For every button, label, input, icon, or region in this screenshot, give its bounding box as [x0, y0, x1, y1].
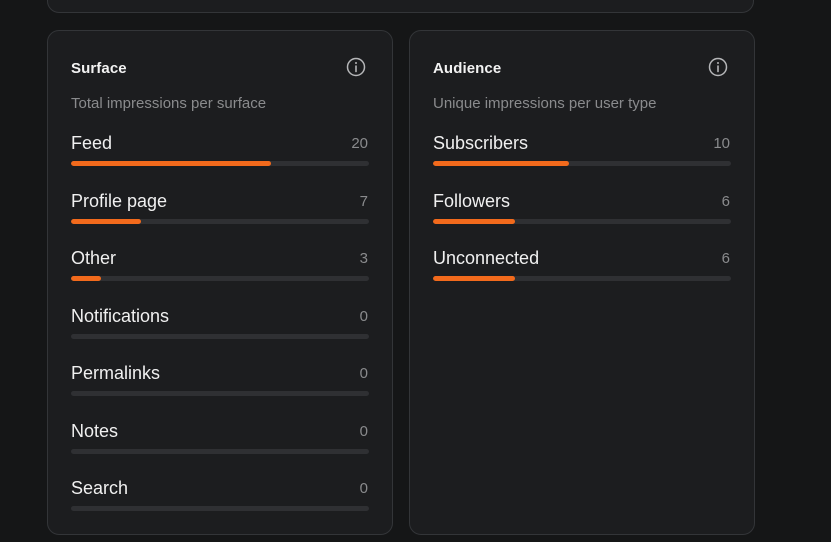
- audience-title: Audience: [433, 60, 502, 77]
- row-value: 6: [721, 250, 730, 267]
- row-value: 0: [359, 480, 368, 497]
- audience-subtitle: Unique impressions per user type: [433, 95, 657, 112]
- row-value: 0: [359, 307, 368, 325]
- audience-list: Subscribers 10 Followers 6 Unconnected 6: [433, 133, 731, 306]
- audience-row-unconnected: Unconnected 6: [433, 248, 731, 306]
- surface-row-notifications: Notifications 0: [71, 306, 369, 364]
- surface-list: Feed 20 Profile page 7 Other 3 Notificat…: [71, 133, 369, 536]
- row-value: 10: [713, 135, 730, 152]
- surface-row-permalinks: Permalinks 0: [71, 363, 369, 421]
- top-card: [47, 0, 754, 13]
- audience-card: Audience Unique impressions per user typ…: [409, 30, 755, 535]
- progress-fill: [433, 218, 515, 224]
- surface-subtitle: Total impressions per surface: [71, 95, 267, 112]
- row-label: Unconnected: [433, 248, 540, 268]
- info-circle-icon[interactable]: [346, 57, 366, 77]
- surface-row-profile-page: Profile page 7: [71, 191, 369, 249]
- row-label: Profile page: [71, 190, 168, 211]
- surface-row-search: Search 0: [71, 478, 369, 536]
- audience-row-subscribers: Subscribers 10: [433, 133, 731, 191]
- row-value: 3: [359, 250, 368, 267]
- progress-track: [71, 161, 369, 166]
- row-value: 7: [359, 192, 368, 210]
- row-label: Subscribers: [433, 133, 529, 153]
- progress-fill: [433, 161, 570, 166]
- row-label: Followers: [433, 190, 511, 211]
- progress-fill: [71, 276, 101, 281]
- row-value: 0: [359, 365, 368, 382]
- progress-track: [71, 276, 369, 281]
- progress-track: [433, 276, 731, 281]
- surface-row-notes: Notes 0: [71, 421, 369, 479]
- progress-track: [71, 506, 369, 511]
- row-value: 20: [351, 135, 368, 152]
- row-label: Feed: [71, 133, 113, 153]
- surface-card: Surface Total impressions per surface Fe…: [47, 30, 393, 535]
- progress-fill: [71, 218, 142, 224]
- row-label: Permalinks: [71, 363, 161, 383]
- surface-row-other: Other 3: [71, 248, 369, 306]
- row-value: 0: [359, 422, 368, 440]
- row-label: Search: [71, 478, 129, 498]
- progress-track: [433, 218, 731, 224]
- row-label: Notes: [71, 420, 119, 441]
- surface-title: Surface: [71, 60, 127, 77]
- progress-track: [71, 448, 369, 454]
- progress-track: [71, 391, 369, 396]
- row-value: 6: [721, 192, 730, 210]
- progress-fill: [433, 276, 515, 281]
- surface-row-feed: Feed 20: [71, 133, 369, 191]
- info-circle-icon[interactable]: [708, 57, 728, 77]
- progress-track: [71, 218, 369, 224]
- row-label: Notifications: [71, 305, 170, 326]
- progress-track: [433, 161, 731, 166]
- row-label: Other: [71, 248, 117, 268]
- progress-track: [71, 333, 369, 339]
- progress-fill: [71, 161, 271, 166]
- audience-row-followers: Followers 6: [433, 191, 731, 249]
